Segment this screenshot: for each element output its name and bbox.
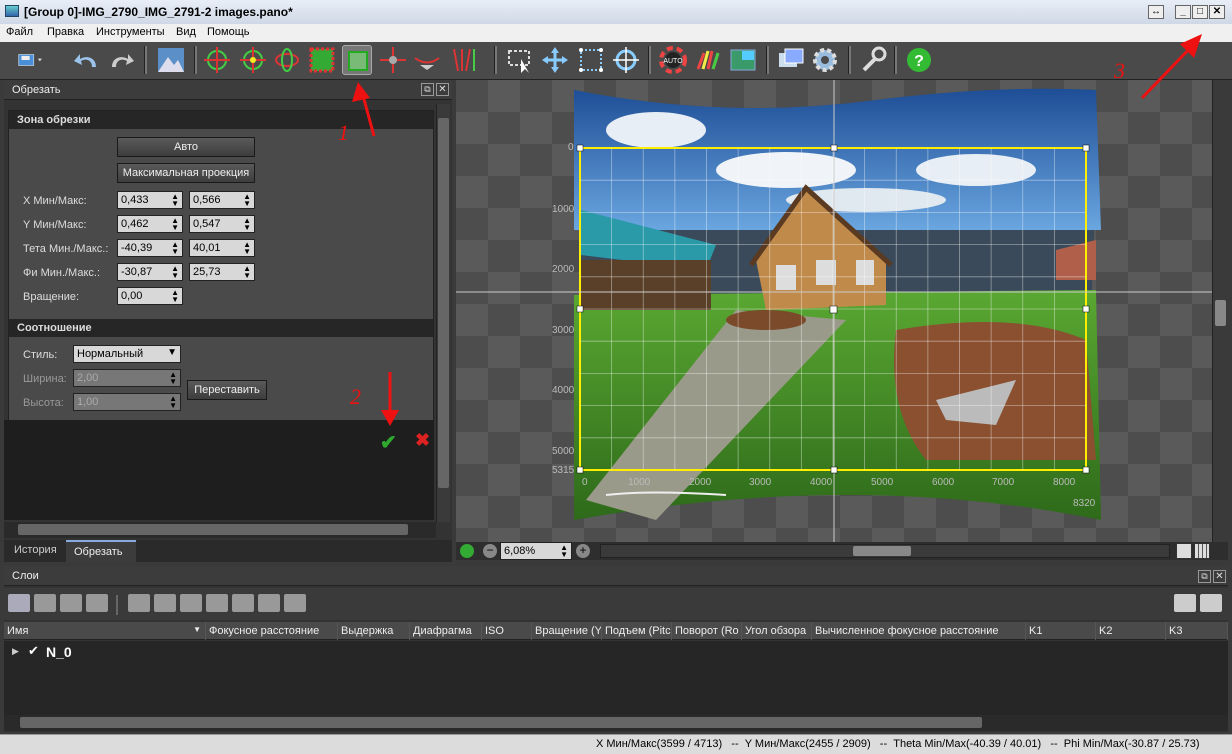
annotation-arrowhead-2	[381, 410, 399, 426]
annotation-arrow-3	[1140, 42, 1196, 100]
annotation-label-3: 3	[1113, 58, 1125, 83]
annotation-arrowhead-1	[352, 82, 370, 102]
annotation-label-1: 1	[338, 120, 349, 145]
annotation-label-2: 2	[350, 384, 361, 409]
annotation-overlay: 1 2 3	[338, 34, 1202, 426]
